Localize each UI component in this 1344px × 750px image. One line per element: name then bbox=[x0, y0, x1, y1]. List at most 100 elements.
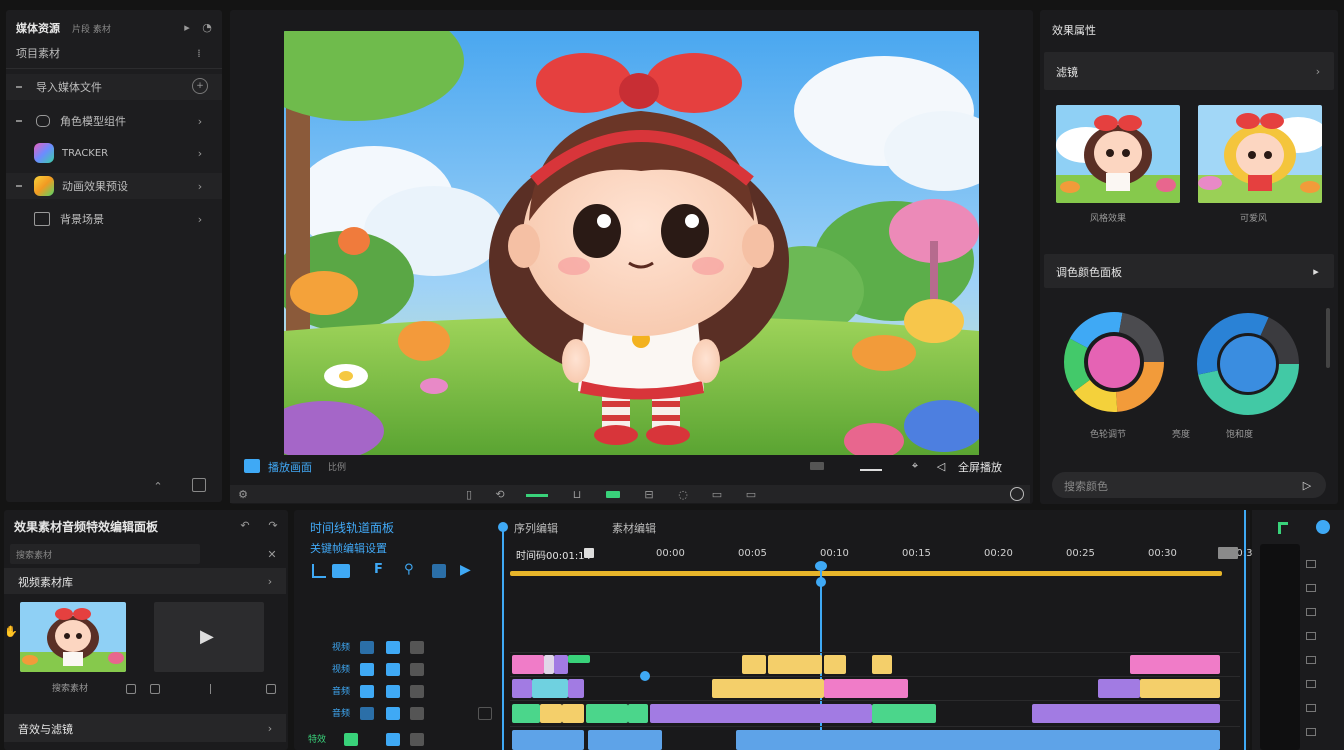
layer-icon[interactable]: ▭ bbox=[710, 487, 724, 501]
media-item-background[interactable]: 背景场景 bbox=[6, 206, 222, 232]
video-library-header[interactable]: 视频素材库 › bbox=[4, 568, 286, 594]
chevron-icon[interactable]: › bbox=[192, 114, 208, 128]
color-section-header[interactable]: 调色颜色面板 ▸ bbox=[1044, 254, 1334, 288]
lock-toggle[interactable] bbox=[386, 685, 400, 698]
filter-section-header[interactable]: 滤镜 › bbox=[1044, 52, 1334, 90]
pin-icon[interactable]: ⁞ bbox=[192, 46, 206, 60]
filter-thumb-2[interactable] bbox=[1198, 105, 1322, 203]
meter-button[interactable] bbox=[1306, 704, 1316, 712]
tab-clip-edit[interactable]: 素材编辑 bbox=[612, 520, 656, 536]
loop-icon[interactable]: ⟲ bbox=[492, 487, 508, 501]
filter-thumb-1[interactable] bbox=[1056, 105, 1180, 203]
effects-search[interactable]: 搜索素材 bbox=[10, 544, 200, 564]
settings-icon[interactable]: ⚙ bbox=[236, 487, 250, 501]
timeline-clip[interactable] bbox=[824, 679, 908, 698]
meter-button[interactable] bbox=[1306, 680, 1316, 688]
clock-icon[interactable]: ◔ bbox=[200, 20, 214, 34]
timeline-clip[interactable] bbox=[554, 655, 568, 674]
ruler-end-handle[interactable] bbox=[1218, 547, 1238, 559]
camera-tool-icon[interactable] bbox=[332, 564, 350, 578]
keyframe-tool-icon[interactable] bbox=[312, 564, 326, 578]
mute-toggle[interactable] bbox=[360, 663, 374, 676]
color-search-input[interactable]: 搜索颜色 bbox=[1064, 478, 1108, 494]
timeline-clip[interactable] bbox=[588, 730, 662, 750]
play-icon[interactable]: ▸ bbox=[180, 20, 194, 34]
timeline-clip[interactable] bbox=[512, 655, 544, 674]
media-item-tracker[interactable]: TRACKER bbox=[6, 140, 222, 166]
link-icon[interactable]: ◌ bbox=[676, 487, 690, 501]
expand-toggle[interactable] bbox=[478, 707, 492, 720]
eye-toggle[interactable] bbox=[410, 733, 424, 746]
timeline-clip[interactable] bbox=[586, 704, 628, 723]
collapse-icon[interactable]: ⌃ bbox=[152, 480, 164, 493]
library-thumb-2[interactable]: ▶ bbox=[154, 602, 264, 672]
meter-button[interactable] bbox=[1306, 728, 1316, 736]
effects-search-input[interactable]: 搜索素材 bbox=[16, 548, 52, 561]
play-range-indicator[interactable] bbox=[526, 494, 548, 497]
marker-icon[interactable]: ▯ bbox=[462, 487, 476, 501]
chevron-icon[interactable]: › bbox=[192, 179, 208, 193]
eye-toggle[interactable] bbox=[410, 641, 424, 654]
meter-button[interactable] bbox=[1306, 560, 1316, 568]
meter-button[interactable] bbox=[1306, 632, 1316, 640]
timeline-clip[interactable] bbox=[544, 655, 554, 674]
timeline-clip[interactable] bbox=[532, 679, 568, 698]
lock-icon[interactable] bbox=[126, 684, 136, 694]
mute-toggle[interactable] bbox=[360, 685, 374, 698]
playhead-knob[interactable] bbox=[816, 577, 826, 587]
close-icon[interactable]: ✕ bbox=[266, 548, 278, 561]
timeline-clip[interactable] bbox=[650, 704, 872, 723]
media-item-animation[interactable]: 动画效果预设 bbox=[6, 173, 222, 199]
timeline-clip[interactable] bbox=[1140, 679, 1220, 698]
mute-toggle[interactable] bbox=[360, 641, 374, 654]
media-item-import[interactable]: 导入媒体文件 bbox=[6, 74, 222, 100]
timeline-clip[interactable] bbox=[1098, 679, 1140, 698]
meter-button[interactable] bbox=[1306, 608, 1316, 616]
timeline-clip[interactable] bbox=[568, 679, 584, 698]
timeline-clip[interactable] bbox=[512, 679, 532, 698]
color-wheel-secondary[interactable] bbox=[1196, 312, 1300, 416]
chevron-icon[interactable]: › bbox=[192, 146, 208, 160]
share-icon[interactable] bbox=[266, 684, 276, 694]
timeline-clip[interactable] bbox=[768, 655, 822, 674]
meter-button[interactable] bbox=[1306, 656, 1316, 664]
copy-icon[interactable] bbox=[150, 684, 160, 694]
scrollbar[interactable] bbox=[1326, 308, 1330, 368]
zoom-icon[interactable] bbox=[1010, 487, 1024, 501]
lock-toggle[interactable] bbox=[386, 733, 400, 746]
mute-toggle[interactable] bbox=[360, 707, 374, 720]
fullscreen-label[interactable]: 全屏播放 bbox=[958, 459, 1002, 475]
color-wheel-primary[interactable] bbox=[1064, 312, 1164, 412]
timeline-clip[interactable] bbox=[872, 655, 892, 674]
timeline-clip[interactable] bbox=[540, 704, 562, 723]
eye-toggle[interactable] bbox=[410, 685, 424, 698]
timeline-clip[interactable] bbox=[628, 704, 648, 723]
lock-toggle[interactable] bbox=[386, 641, 400, 654]
flag-icon[interactable]: ◁ bbox=[934, 458, 948, 474]
lock-toggle[interactable] bbox=[386, 707, 400, 720]
redo-icon[interactable]: ↷ bbox=[266, 518, 280, 532]
timeline-clip[interactable] bbox=[1130, 655, 1220, 674]
timeline-clip[interactable] bbox=[512, 730, 584, 750]
work-area-bar[interactable] bbox=[510, 571, 1222, 576]
eye-toggle[interactable] bbox=[410, 663, 424, 676]
record-icon[interactable] bbox=[606, 491, 620, 498]
undo-icon[interactable]: ↶ bbox=[238, 518, 252, 532]
lock-toggle[interactable] bbox=[386, 663, 400, 676]
timeline-clip[interactable] bbox=[512, 704, 540, 723]
hand-icon[interactable]: ✋ bbox=[4, 624, 18, 638]
playhead-handle[interactable] bbox=[815, 561, 827, 571]
play-tool-icon[interactable]: ▶ bbox=[460, 562, 471, 578]
trash-icon[interactable] bbox=[192, 478, 206, 492]
timeline-clip[interactable] bbox=[562, 704, 584, 723]
audio-effects-header[interactable]: 音效与滤镜 › bbox=[4, 714, 286, 742]
eye-toggle[interactable] bbox=[410, 707, 424, 720]
timeline-clip[interactable] bbox=[736, 730, 1220, 750]
cut-icon[interactable]: ⊔ bbox=[570, 487, 584, 501]
pin-tool-icon[interactable]: ⚲ bbox=[404, 562, 414, 577]
timeline-clip[interactable] bbox=[712, 679, 824, 698]
text-tool-icon[interactable]: F bbox=[374, 562, 383, 577]
timeline-clip[interactable] bbox=[742, 655, 766, 674]
crop-icon[interactable]: ⌖ bbox=[908, 458, 922, 474]
timeline-clip[interactable] bbox=[824, 655, 846, 674]
